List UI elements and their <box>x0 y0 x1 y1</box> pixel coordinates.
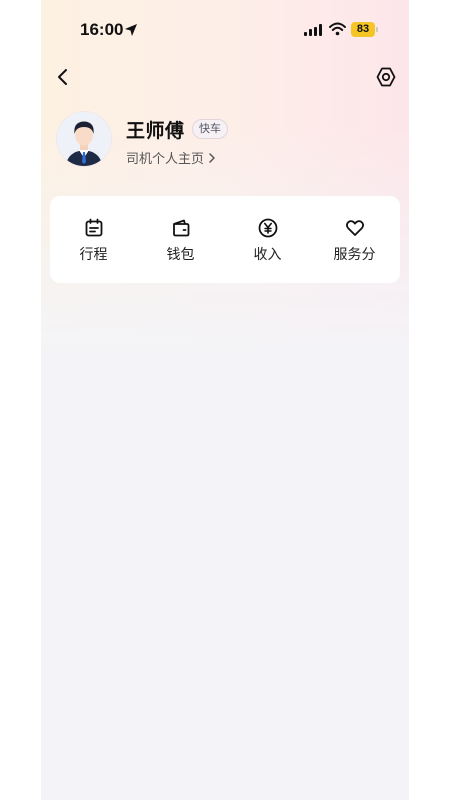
driver-homepage-label: 司机个人主页 <box>126 152 205 167</box>
battery-tip <box>376 27 378 32</box>
settings-button[interactable] <box>375 66 397 88</box>
driver-homepage-link[interactable]: 司机个人主页 <box>126 148 216 167</box>
menu-item-wallet[interactable]: 钱包 <box>137 196 224 283</box>
car-type-badge: 快车 <box>192 119 228 139</box>
status-time: 16:00 <box>80 20 124 39</box>
calendar-icon <box>85 218 103 237</box>
location-arrow-icon <box>125 24 137 36</box>
phone-screen: 16:00 83 王师傅 快车 司机个人主页 行程 钱包 收入 服务分 <box>41 0 409 800</box>
menu-label-trips: 行程 <box>79 247 108 263</box>
menu-label-income: 收入 <box>253 247 282 263</box>
driver-name: 王师傅 <box>126 120 185 142</box>
wifi-icon <box>329 22 346 36</box>
driver-avatar-icon <box>57 112 111 166</box>
status-bar: 16:00 83 <box>41 0 409 60</box>
chevron-left-icon <box>58 69 67 85</box>
chevron-right-icon <box>209 152 215 163</box>
back-button[interactable] <box>53 66 73 88</box>
wallet-icon <box>173 219 190 237</box>
menu-label-wallet: 钱包 <box>166 247 195 263</box>
heart-icon <box>346 220 364 236</box>
driver-avatar[interactable] <box>57 112 111 166</box>
yuan-icon <box>258 218 278 238</box>
settings-icon <box>376 67 396 87</box>
menu-card: 行程 钱包 收入 服务分 <box>50 196 400 283</box>
menu-label-service-score: 服务分 <box>333 247 376 263</box>
cellular-signal-icon <box>304 24 322 36</box>
menu-item-service-score[interactable]: 服务分 <box>311 196 398 283</box>
menu-item-income[interactable]: 收入 <box>224 196 311 283</box>
menu-item-trips[interactable]: 行程 <box>50 196 137 283</box>
battery-indicator: 83 <box>351 22 375 37</box>
